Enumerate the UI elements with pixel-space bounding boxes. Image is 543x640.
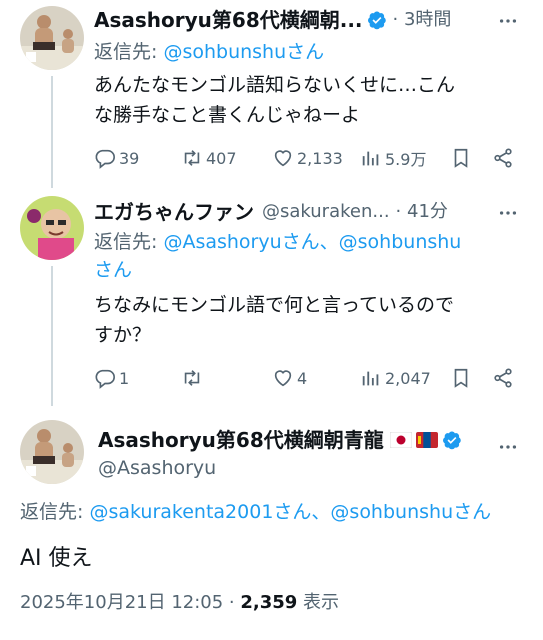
views-icon xyxy=(362,371,379,386)
mongolia-flag-icon xyxy=(415,432,438,448)
tweet-header: エガちゃんファン @sakuraken... · 41分 xyxy=(94,200,448,224)
like-icon xyxy=(274,150,292,167)
thread-connector xyxy=(51,76,53,188)
tweet-header: Asashoryu第68代横綱朝青龍 xyxy=(98,428,462,452)
tweet-header: Asashoryu第68代横綱朝... · 3時間 xyxy=(94,8,451,32)
display-name[interactable]: Asashoryu第68代横綱朝... xyxy=(94,8,363,32)
bookmark-icon[interactable] xyxy=(450,367,472,389)
japan-flag-icon xyxy=(389,432,412,448)
views-button[interactable]: 5.9万 xyxy=(360,144,426,172)
tweet-text: あんたなモンゴル語知らないくせに…こん な勝手なこと書くんじゃねーよ xyxy=(94,74,456,126)
timestamp[interactable]: · 3時間 xyxy=(393,8,452,32)
repost-icon xyxy=(184,150,200,166)
share-icon[interactable] xyxy=(492,367,514,389)
mention-link[interactable]: @Asashoryuさん、@sohbunshu xyxy=(163,231,461,253)
verified-badge-icon xyxy=(442,431,461,450)
reply-button[interactable]: 1 xyxy=(94,364,129,392)
avatar[interactable] xyxy=(20,420,84,484)
thread-connector xyxy=(51,266,53,406)
verified-badge-icon xyxy=(367,11,386,30)
display-name[interactable]: エガちゃんファン xyxy=(94,200,254,224)
views-icon xyxy=(362,151,379,166)
more-icon[interactable] xyxy=(497,436,519,458)
more-icon[interactable] xyxy=(497,202,519,224)
mention-link[interactable]: さん xyxy=(94,256,461,284)
reply-icon xyxy=(95,149,115,169)
action-bar: 39 407 2,133 5.9万 xyxy=(94,144,519,172)
user-handle[interactable]: @sakuraken... xyxy=(262,200,390,224)
views-button[interactable]: 2,047 xyxy=(360,364,431,392)
user-handle[interactable]: @Asashoryu xyxy=(98,456,216,480)
view-label: 表示 xyxy=(297,592,340,613)
repost-button[interactable]: 407 xyxy=(181,144,237,172)
tweet-text: AI 使え xyxy=(20,546,93,571)
timestamp[interactable]: 2025年10月21日 12:05 · xyxy=(20,592,240,613)
more-icon[interactable] xyxy=(497,10,519,32)
avatar[interactable] xyxy=(20,196,84,260)
display-name[interactable]: Asashoryu第68代横綱朝青龍 xyxy=(98,428,384,452)
tweet-text: ちなみにモンゴル語で何と言っているので すか？ xyxy=(94,294,455,346)
mention-link[interactable]: @sohbunshuさん xyxy=(163,41,324,63)
like-button[interactable]: 2,133 xyxy=(272,144,343,172)
repost-icon xyxy=(184,370,200,386)
view-count: 2,359 xyxy=(240,592,298,613)
bookmark-icon[interactable] xyxy=(450,147,472,169)
repost-button[interactable] xyxy=(181,364,206,392)
timestamp[interactable]: · 41分 xyxy=(396,200,448,224)
reply-context: 返信先: @Asashoryuさん、@sohbunshu さん xyxy=(94,228,461,284)
reply-icon xyxy=(95,369,115,389)
tweet-meta: 2025年10月21日 12:05 · 2,359 表示 xyxy=(20,590,339,616)
avatar[interactable] xyxy=(20,6,84,70)
reply-context: 返信先: @sohbunshuさん xyxy=(94,41,325,63)
reply-context: 返信先: @sakurakenta2001さん、@sohbunshuさん xyxy=(20,501,492,523)
reply-button[interactable]: 39 xyxy=(94,144,139,172)
share-icon[interactable] xyxy=(492,147,514,169)
mention-link[interactable]: @sakurakenta2001さん、@sohbunshuさん xyxy=(89,501,491,523)
action-bar: 1 4 2,047 xyxy=(94,364,519,392)
like-icon xyxy=(274,370,292,387)
like-button[interactable]: 4 xyxy=(272,364,307,392)
